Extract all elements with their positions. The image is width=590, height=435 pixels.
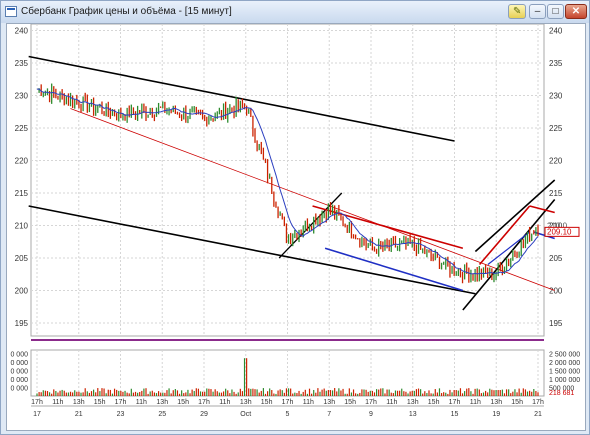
hour-tick-label: 17h [115,399,127,406]
hour-tick-label: 11h [219,399,230,406]
title-bar[interactable]: Сбербанк График цены и объёма - [15 мину… [1,1,589,23]
trend-channel-drawings [28,55,556,311]
chart-area[interactable]: 240 240 235 235 230 230 225 225 220 220 215 215 210 2… [6,23,586,431]
price-tick-label-right: 220 [549,157,563,166]
grid-lines [30,24,545,397]
hour-tick-label: 13h [490,399,502,406]
price-tick-label-right: 195 [549,319,563,328]
volume-tick-label-left: 0 000 [10,385,28,392]
price-tick-label-left: 215 [15,189,29,198]
close-button[interactable]: ✕ [565,4,587,19]
hour-tick-label: 17h [449,399,461,406]
date-tick-label: 17 [33,411,41,418]
hour-tick-label: 11h [386,399,397,406]
date-tick-label: 23 [117,411,125,418]
hour-tick-label: 17h [282,399,294,406]
hour-tick-label: 17h [31,399,43,406]
hour-tick-label: 15h [344,399,356,406]
last-price-marker-label: 209.10 [547,227,572,236]
window-title: Сбербанк График цены и объёма - [15 мину… [21,6,232,17]
price-volume-chart[interactable]: 240 240235 235230 230225 225220 220215 215210 2… [7,24,585,430]
date-tick-label: 9 [369,411,373,418]
volume-tick-label-right: 2 000 000 [549,360,580,367]
volume-tick-label-right: 1 500 000 [549,368,580,375]
date-tick-label: 5 [286,411,290,418]
hour-tick-label: 11h [52,399,63,406]
hour-tick-label: 13h [240,399,252,406]
date-tick-label: 21 [75,411,83,418]
hour-tick-label: 13h [156,399,168,406]
lower-channel-line [28,205,476,295]
hour-tick-label: 13h [73,399,85,406]
time-axis: 17h 11h 13h 15h 17h 11h 13h 15h 17h 11h 13h 15h 17h 1… [31,399,544,418]
date-tick-label: 13 [409,411,417,418]
rising-channel-lower [462,198,556,311]
date-tick-label: 19 [492,411,500,418]
date-tick-label: 7 [327,411,331,418]
price-tick-label-right: 215 [549,189,563,198]
date-tick-label: 25 [158,411,166,418]
flag-red-line [529,205,555,214]
price-tick-label-left: 205 [15,254,29,263]
hour-tick-label: 11h [303,399,314,406]
hour-tick-label: 15h [428,399,440,406]
price-tick-label-left: 230 [15,92,29,101]
hour-tick-label: 11h [470,399,481,406]
price-tick-label-right: 240 [549,27,563,36]
minimize-button[interactable]: – [529,4,546,19]
price-tick-label-right: 225 [549,124,563,133]
date-tick-label: Oct [240,411,251,418]
last-price-markers: 210.0209.10 [544,222,580,237]
chart-window: Сбербанк График цены и объёма - [15 мину… [0,0,590,435]
restore-button[interactable]: □ [547,4,564,19]
chart-app-icon [5,6,17,17]
price-tick-label-left: 210 [15,222,29,231]
volume-axis-labels: 2 500 000 0 000 2 000 000 0 000 1 500 000 0 0… [10,351,580,397]
volume-tick-label-left: 0 000 [10,360,28,367]
rising-channel-upper [474,179,556,253]
volume-tick-label-left: 0 000 [10,368,28,375]
hour-tick-label: 17h [365,399,377,406]
hour-tick-label: 15h [511,399,523,406]
hour-tick-label: 15h [177,399,189,406]
price-tick-label-right: 205 [549,254,563,263]
last-volume-label: 218 681 [549,390,574,397]
hour-tick-label: 17h [198,399,210,406]
price-axis-labels: 240 240 235 235 230 230 225 225 220 220 215 215 210 2… [15,27,563,329]
volume-tick-label-left: 0 000 [10,351,28,358]
hour-tick-label: 13h [323,399,335,406]
midline-red [70,108,555,291]
price-tick-label-right: 200 [549,287,563,296]
price-tick-label-left: 200 [15,287,29,296]
hour-tick-label: 15h [261,399,273,406]
price-tick-label-left: 235 [15,59,29,68]
price-tick-label-left: 195 [15,319,29,328]
hour-tick-label: 15h [94,399,106,406]
price-tick-label-right: 230 [549,92,563,101]
draw-tool-button[interactable]: ✎ [508,4,526,19]
price-tick-label-left: 220 [15,157,29,166]
hour-tick-label: 17h [532,399,544,406]
date-tick-label: 15 [451,411,459,418]
price-bars [38,83,539,284]
price-tick-label-left: 240 [15,27,29,36]
price-tick-label-left: 225 [15,124,29,133]
pencil-icon: ✎ [513,6,522,17]
hour-tick-label: 13h [407,399,419,406]
volume-tick-label-right: 2 500 000 [549,351,580,358]
date-tick-label: 21 [534,411,542,418]
date-tick-label: 29 [200,411,208,418]
hour-tick-label: 11h [136,399,147,406]
volume-tick-label-right: 1 000 000 [549,377,580,384]
volume-tick-label-left: 0 000 [10,377,28,384]
price-tick-label-right: 235 [549,59,563,68]
